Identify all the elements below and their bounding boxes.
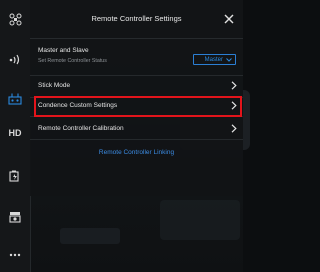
chevron-down-icon — [226, 57, 232, 62]
stick-mode-label: Stick Mode — [38, 82, 71, 89]
highlight-box — [34, 96, 242, 117]
close-button[interactable] — [219, 9, 239, 29]
master-slave-value: Master — [204, 56, 223, 63]
master-slave-row: Master and Slave Set Remote Controller S… — [30, 38, 243, 76]
master-slave-dropdown[interactable]: Master — [193, 54, 236, 65]
panel-title: Remote Controller Settings — [91, 14, 182, 23]
calibration-label: Remote Controller Calibration — [38, 125, 124, 132]
settings-sidebar: HD — [0, 0, 31, 272]
calibration-row[interactable]: Remote Controller Calibration — [30, 117, 243, 140]
chevron-right-icon — [231, 81, 237, 90]
chevron-right-icon — [231, 124, 237, 133]
close-icon — [224, 14, 234, 24]
background-shape — [160, 200, 240, 240]
remote-controller-icon[interactable] — [0, 87, 30, 111]
battery-icon[interactable] — [0, 164, 30, 188]
background-shape — [60, 228, 120, 244]
master-slave-label: Master and Slave — [38, 47, 89, 54]
stick-mode-row[interactable]: Stick Mode — [30, 75, 243, 98]
hd-transmission-icon[interactable]: HD — [0, 121, 30, 145]
aircraft-settings-icon[interactable] — [0, 7, 30, 31]
master-slave-sublabel: Set Remote Controller Status — [38, 58, 107, 64]
more-icon[interactable] — [0, 243, 30, 267]
panel-header: Remote Controller Settings — [30, 0, 243, 39]
hd-label: HD — [8, 128, 22, 138]
gimbal-camera-icon[interactable] — [0, 205, 30, 229]
signal-icon[interactable] — [0, 47, 30, 71]
remote-controller-linking-button[interactable]: Remote Controller Linking — [30, 145, 243, 161]
